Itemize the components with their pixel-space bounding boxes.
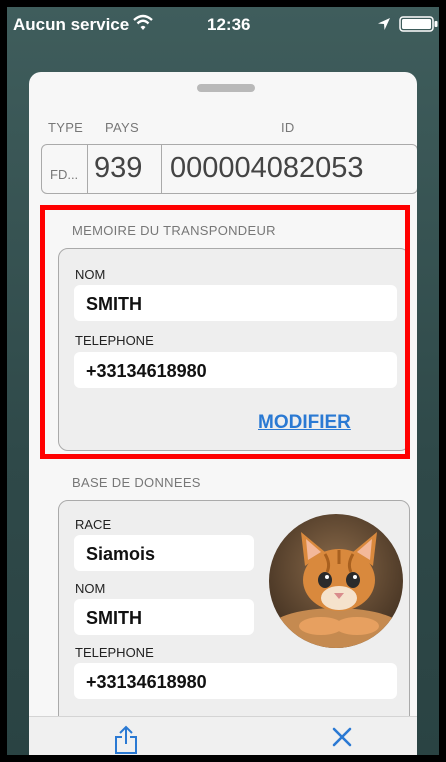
id-number: 000004082053 bbox=[170, 152, 364, 184]
race-field[interactable]: Siamois bbox=[74, 535, 254, 571]
type-value: FD... bbox=[50, 167, 79, 182]
database-name-field[interactable]: SMITH bbox=[74, 599, 254, 635]
close-icon[interactable] bbox=[332, 727, 352, 747]
pays-header: PAYS bbox=[105, 120, 139, 135]
database-section-title: BASE DE DONNEES bbox=[72, 475, 201, 490]
transponder-id-box: FD... 939 000004082053 bbox=[41, 144, 417, 194]
location-icon bbox=[378, 18, 390, 30]
battery-icon bbox=[399, 16, 438, 32]
status-bar: Aucun service 12:36 bbox=[7, 7, 439, 43]
highlight-annotation bbox=[40, 205, 410, 459]
wifi-icon bbox=[133, 14, 153, 30]
share-icon[interactable] bbox=[114, 725, 138, 755]
id-header: ID bbox=[281, 120, 295, 135]
divider bbox=[161, 145, 162, 193]
cat-photo bbox=[269, 514, 403, 648]
race-label: RACE bbox=[75, 517, 112, 532]
phone-screen: Aucun service 12:36 TYPE PAYS ID FD... 9… bbox=[7, 7, 439, 755]
sheet-grabber[interactable] bbox=[197, 84, 255, 92]
carrier-label: Aucun service bbox=[13, 15, 130, 34]
type-header: TYPE bbox=[48, 120, 84, 135]
database-phone-field[interactable]: +33134618980 bbox=[74, 663, 397, 699]
database-name-label: NOM bbox=[75, 581, 106, 596]
database-phone-label: TELEPHONE bbox=[75, 645, 154, 660]
divider bbox=[87, 145, 88, 193]
country-code: 939 bbox=[94, 152, 143, 184]
bottom-toolbar bbox=[29, 716, 417, 755]
clock: 12:36 bbox=[207, 15, 251, 34]
